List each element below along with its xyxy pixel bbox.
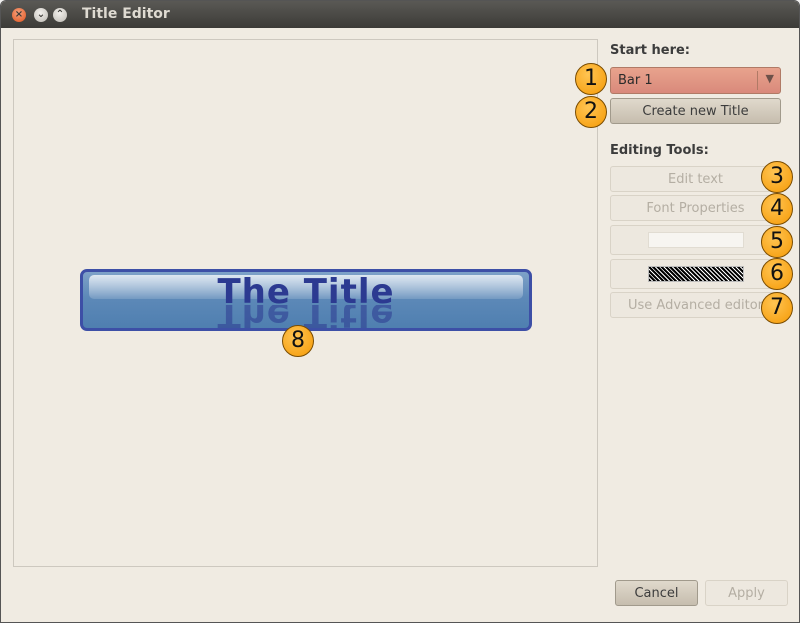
callout-badge-5: 5 [761, 226, 793, 258]
title-preview[interactable]: The Title The Title [80, 269, 532, 331]
callout-badge-4: 4 [761, 193, 793, 225]
edit-text-button[interactable]: Edit text [610, 166, 781, 192]
fill-color-button[interactable] [610, 225, 781, 255]
window-titlebar[interactable]: × ⌄ ⌃ Title Editor [1, 1, 799, 28]
callout-badge-7: 7 [761, 292, 793, 324]
cancel-label: Cancel [634, 585, 679, 601]
pattern-button[interactable] [610, 259, 781, 289]
advanced-editor-label: Use Advanced editor [627, 297, 764, 313]
combo-separator [757, 71, 758, 90]
close-window-icon[interactable]: × [12, 8, 26, 22]
create-new-title-button[interactable]: Create new Title [610, 98, 781, 124]
callout-badge-2: 2 [575, 96, 607, 128]
callout-badge-8: 8 [282, 325, 314, 357]
title-editor-window: × ⌄ ⌃ Title Editor The Title The Title S… [0, 0, 800, 623]
font-properties-label: Font Properties [646, 200, 745, 216]
cancel-button[interactable]: Cancel [615, 580, 698, 606]
fill-color-swatch [647, 232, 744, 248]
start-here-label: Start here: [610, 43, 690, 58]
font-properties-button[interactable]: Font Properties [610, 195, 781, 221]
pattern-swatch [647, 266, 744, 282]
bar-selector[interactable]: Bar 1 ▼ [610, 67, 781, 94]
advanced-editor-button[interactable]: Use Advanced editor [610, 292, 781, 318]
callout-badge-3: 3 [761, 161, 793, 193]
callout-badge-1: 1 [575, 63, 607, 95]
callout-badge-6: 6 [761, 258, 793, 290]
editing-tools-label: Editing Tools: [610, 143, 709, 158]
chevron-down-icon[interactable]: ▼ [766, 72, 774, 85]
create-new-title-label: Create new Title [642, 103, 749, 119]
apply-label: Apply [728, 585, 765, 601]
bar-selector-value: Bar 1 [618, 73, 653, 88]
edit-text-label: Edit text [668, 171, 723, 187]
preview-canvas[interactable]: The Title The Title [13, 39, 598, 567]
minimize-window-icon[interactable]: ⌄ [34, 8, 48, 22]
maximize-window-icon[interactable]: ⌃ [53, 8, 67, 22]
apply-button[interactable]: Apply [705, 580, 788, 606]
window-title: Title Editor [82, 6, 170, 22]
